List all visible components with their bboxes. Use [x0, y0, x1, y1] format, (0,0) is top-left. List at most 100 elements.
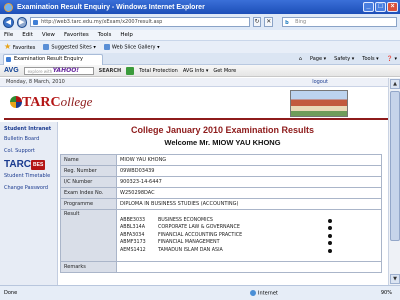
close-button[interactable]: × — [387, 2, 398, 12]
row-label: I/C Number — [60, 176, 117, 188]
suggested-sites-label: Suggested Sites ▾ — [51, 44, 96, 51]
yahoo-search-prefix: explore with — [27, 68, 53, 74]
address-bar: ◀ ▶ http://web3.tarc.edu.my/xExam/x2007r… — [0, 14, 400, 30]
web-slice-gallery-link[interactable]: Web Slice Gallery ▾ — [103, 43, 160, 51]
menu-bar: File Edit View Favorites Tools Help — [0, 30, 400, 40]
tools-menu[interactable]: Tools ▾ — [362, 56, 378, 62]
subject-name: TAMADUN ISLAM DAN ASIA — [158, 247, 223, 253]
avg-logo[interactable]: AVG — [4, 67, 19, 74]
menu-favorites[interactable]: Favorites — [64, 32, 89, 38]
list-item: ABFA3034 FINANCIAL ACCOUNTING PRACTICE — [120, 232, 378, 240]
command-bar: ⌂ Page ▾ Safety ▾ Tools ▾ ❓ ▾ — [299, 54, 397, 64]
menu-help[interactable]: Help — [120, 32, 133, 38]
sidebar: Student Intranet Bulletin Board Col. Sup… — [0, 122, 58, 285]
sidebar-title: Student Intranet — [4, 126, 52, 132]
refresh-button[interactable]: ↻ — [252, 17, 262, 27]
favorites-label: Favorites — [12, 45, 36, 51]
go-icon[interactable] — [126, 66, 135, 75]
row-label: Programme — [60, 198, 117, 210]
scroll-thumb[interactable] — [390, 91, 400, 241]
tab-exam-result[interactable]: Examination Result Enquiry — [3, 54, 103, 65]
minimize-button[interactable]: _ — [363, 2, 374, 12]
sidebar-item-col-support[interactable]: Col. Support — [0, 145, 57, 157]
list-item: AEMS1412 TAMADUN ISLAM DAN ASIA — [120, 247, 378, 255]
maximize-button[interactable]: □ — [375, 2, 386, 12]
yahoo-search-input[interactable]: explore with YAHOO! — [23, 66, 94, 75]
suggested-sites-link[interactable]: Suggested Sites ▾ — [43, 43, 96, 51]
page-menu[interactable]: Page ▾ — [310, 56, 326, 62]
table-row: Reg. Number 09WBD03439 — [60, 165, 382, 177]
list-item: ABBE3033 BUSINESS ECONOMICS — [120, 217, 378, 225]
result-row: Result ABBE3033 BUSINESS ECONOMICS ABBL31… — [60, 209, 382, 262]
favorites-bar: ★ Favorites Suggested Sites ▾ Web Slice … — [0, 40, 400, 53]
welcome-text: Welcome Mr. MIOW YAU KHONG — [164, 138, 281, 147]
globe-icon — [250, 290, 256, 296]
page-date: Monday, 8 March, 2010 — [6, 79, 65, 85]
campus-building-image — [290, 90, 348, 117]
row-value: MIOW YAU KHONG — [116, 154, 382, 166]
forward-button[interactable]: ▶ — [16, 16, 28, 28]
row-label: Exam Index No. — [60, 187, 117, 199]
security-zone: Internet — [250, 290, 278, 297]
student-info-table: Name MIOW YAU KHONG Reg. Number 09WBD03439… — [60, 154, 382, 273]
logo-tarc: TARC — [22, 95, 61, 110]
safety-menu[interactable]: Safety ▾ — [334, 56, 354, 62]
result-dot-icon — [328, 226, 332, 231]
star-icon: ★ — [4, 42, 12, 51]
web-page: Monday, 8 March, 2010 logout TARCollege … — [0, 78, 400, 285]
sidebar-item-tarc-bes[interactable]: TARC BES — [4, 160, 53, 170]
subject-name: BUSINESS ECONOMICS — [158, 217, 213, 223]
result-label: Result — [60, 209, 117, 262]
zoom-level[interactable]: 90% — [381, 290, 392, 296]
subject-code: ABBE3033 — [120, 217, 146, 223]
menu-view[interactable]: View — [42, 32, 55, 38]
home-icon[interactable]: ⌂ — [299, 56, 302, 62]
help-menu[interactable]: ❓ ▾ — [387, 56, 397, 62]
subject-code: ABBL314A — [120, 225, 145, 231]
favorites-button[interactable]: ★ Favorites — [4, 42, 36, 52]
back-button[interactable]: ◀ — [3, 16, 14, 28]
subject-name: FINANCIAL ACCOUNTING PRACTICE — [158, 232, 243, 238]
subject-name: FINANCIAL MANAGEMENT — [158, 240, 220, 246]
menu-file[interactable]: File — [4, 32, 13, 38]
college-logo: TARCollege — [22, 94, 92, 111]
vertical-scrollbar[interactable]: ▲ ▼ — [388, 78, 400, 285]
web-slice-label: Web Slice Gallery ▾ — [111, 44, 160, 51]
college-header: TARCollege — [4, 88, 388, 120]
search-input[interactable]: b Bing — [282, 17, 397, 27]
row-value: 900323-14-6447 — [116, 176, 382, 188]
status-bar: Done Internet 90% — [0, 285, 400, 300]
logout-link[interactable]: logout — [312, 78, 328, 86]
zone-label: Internet — [258, 290, 278, 297]
table-row: I/C Number 900323-14-6447 — [60, 176, 382, 188]
menu-tools[interactable]: Tools — [98, 32, 112, 38]
menu-edit[interactable]: Edit — [22, 32, 33, 38]
list-item: ABMF3173 FINANCIAL MANAGEMENT — [120, 239, 378, 247]
yahoo-search-button[interactable]: SEARCH — [99, 68, 122, 74]
stop-button[interactable]: ✕ — [264, 17, 274, 27]
page-title: College January 2010 Examination Results — [130, 125, 315, 135]
result-dot-icon — [328, 248, 332, 253]
result-dot-icon — [328, 241, 332, 246]
total-protection-button[interactable]: Total Protection — [139, 68, 178, 74]
sidebar-item-student-timetable[interactable]: Student Timetable — [0, 170, 57, 182]
window-controls: _ □ × — [363, 2, 398, 12]
bing-icon: b — [285, 20, 289, 26]
sidebar-item-bulletin-board[interactable]: Bulletin Board — [0, 133, 57, 145]
scroll-down-arrow-icon[interactable]: ▼ — [390, 274, 400, 284]
web-slice-icon — [103, 43, 110, 50]
suggested-sites-icon — [43, 43, 50, 50]
sidebar-item-change-password[interactable]: Change Password — [0, 182, 57, 194]
avg-info-button[interactable]: AVG Info ▾ — [183, 68, 209, 74]
table-row: Exam Index No. W250298DAC — [60, 187, 382, 199]
table-row: Programme DIPLOMA IN BUSINESS STUDIES (AC… — [60, 198, 382, 210]
scroll-up-arrow-icon[interactable]: ▲ — [390, 79, 400, 89]
list-item: ABBL314A CORPORATE LAW & GOVERNANCE — [120, 224, 378, 232]
avg-toolbar: AVG explore with YAHOO! SEARCH Total Pro… — [0, 65, 400, 77]
get-more-button[interactable]: Get More — [213, 68, 236, 74]
tarc-emblem-icon — [10, 96, 22, 108]
url-field[interactable]: http://web3.tarc.edu.my/xExam/x2007resul… — [30, 17, 250, 27]
window-titlebar: Examination Result Enquiry - Windows Int… — [0, 0, 400, 14]
search-placeholder: Bing — [295, 19, 307, 25]
subject-code: ABMF3173 — [120, 240, 146, 246]
